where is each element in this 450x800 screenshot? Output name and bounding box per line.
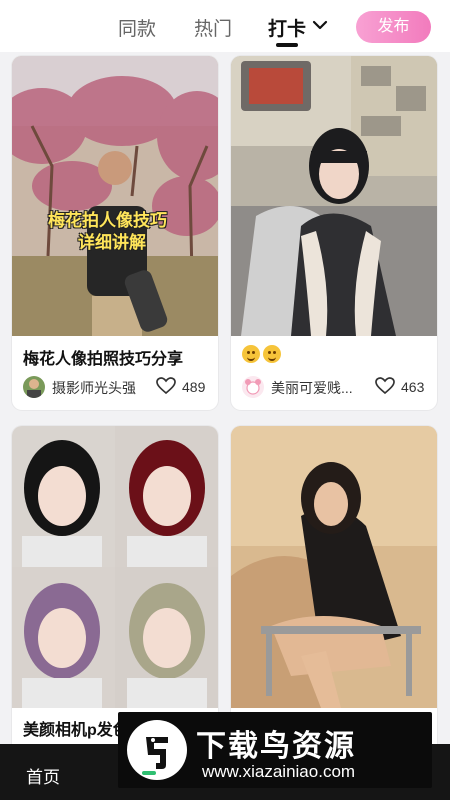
- post-title: 梅花人像拍照技巧分享: [23, 351, 184, 368]
- like-count: 489: [182, 379, 206, 395]
- site-watermark: 下载鸟资源 www.xiazainiao.com: [118, 712, 432, 788]
- post-thumbnail[interactable]: [12, 56, 218, 336]
- heart-icon[interactable]: [375, 377, 395, 395]
- top-tab-bar: 同款 热门 打卡 发布: [0, 0, 450, 52]
- nav-item-home[interactable]: 首页: [26, 763, 60, 788]
- avatar[interactable]: [242, 376, 264, 398]
- bird-logo-icon: [127, 720, 187, 780]
- smile-emoji-icon: [263, 345, 281, 363]
- post-thumbnail[interactable]: [231, 56, 437, 336]
- watermark-title: 下载鸟资源: [196, 730, 356, 763]
- tab-same-style[interactable]: 同款: [118, 14, 156, 41]
- author-name[interactable]: 摄影师光头强: [52, 378, 136, 398]
- feed-card[interactable]: [231, 426, 437, 756]
- publish-button[interactable]: 发布: [356, 11, 431, 43]
- post-thumbnail[interactable]: [12, 426, 218, 708]
- active-tab-indicator: [276, 43, 298, 47]
- thumbnail-caption-line2: 详细讲解: [78, 233, 146, 252]
- post-thumbnail[interactable]: [231, 426, 437, 708]
- chevron-down-icon[interactable]: [312, 20, 328, 30]
- heart-icon[interactable]: [156, 377, 176, 395]
- tab-checkin[interactable]: 打卡: [268, 14, 306, 41]
- feed-card[interactable]: 美颜相机p发色技巧分享: [12, 426, 218, 756]
- smile-emoji-icon: [242, 345, 260, 363]
- feed-card[interactable]: 美丽可爱贱... 463: [231, 56, 437, 410]
- tab-popular[interactable]: 热门: [194, 14, 232, 41]
- like-count: 463: [401, 379, 425, 395]
- watermark-url: www.xiazainiao.com: [202, 762, 356, 781]
- author-name[interactable]: 美丽可爱贱...: [271, 378, 353, 398]
- post-title: [242, 345, 284, 363]
- avatar[interactable]: [23, 376, 45, 398]
- feed-card[interactable]: 梅花拍人像技巧 详细讲解 梅花人像拍照技巧分享 摄影师光头强 489: [12, 56, 218, 410]
